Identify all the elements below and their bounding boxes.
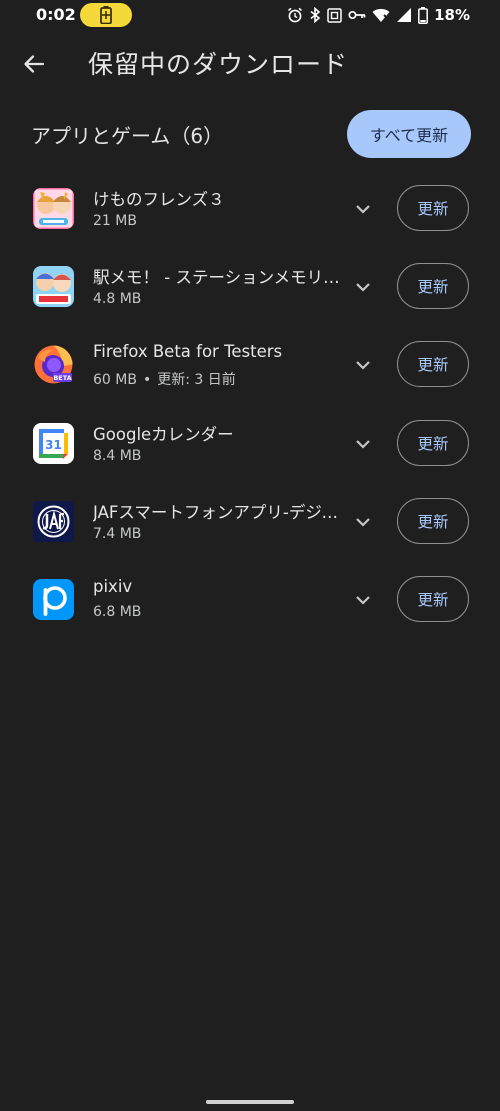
svg-text:BETA: BETA (53, 374, 71, 382)
app-list: けものフレンズ３ 21 MB 更新 駅メモ！ - ステーションメモリーズ！ 4.… (0, 170, 500, 639)
status-bar: 0:02 18% (0, 0, 500, 32)
signal-icon (397, 8, 412, 22)
app-size: 8.4 MB (93, 447, 142, 464)
update-button[interactable]: 更新 (397, 263, 469, 310)
battery-saver-icon (80, 3, 132, 27)
gesture-nav-handle[interactable] (206, 1100, 294, 1104)
jaf-icon (33, 500, 74, 542)
expand-button[interactable] (350, 196, 376, 222)
app-updated: 更新: 3 日前 (157, 372, 236, 389)
status-icons: 18% (287, 6, 470, 24)
google-calendar-icon: 31 (33, 422, 74, 464)
app-bar: 保留中のダウンロード (0, 36, 500, 92)
chevron-down-icon (356, 361, 370, 370)
expand-button[interactable] (350, 274, 376, 300)
app-meta: 4.8 MB (93, 291, 141, 307)
list-item[interactable]: BETA Firefox Beta for Testers 60 MB • 更新: … (0, 326, 500, 404)
update-button[interactable]: 更新 (397, 341, 469, 388)
kemono-friends-icon (33, 188, 74, 229)
app-size: 4.8 MB (93, 291, 142, 308)
list-item[interactable]: JAFスマートフォンアプリ-デジタル会員証 7.4 MB 更新 (0, 483, 500, 561)
app-meta: 21 MB (93, 213, 137, 229)
expand-button[interactable] (350, 509, 376, 535)
wifi-icon (372, 8, 390, 22)
pixiv-icon (33, 578, 74, 620)
chevron-down-icon (356, 205, 370, 214)
vpn-key-icon (348, 10, 366, 20)
status-time: 0:02 (36, 5, 76, 24)
list-item[interactable]: pixiv 6.8 MB 更新 (0, 561, 500, 639)
app-name: Firefox Beta for Testers (93, 342, 283, 362)
app-size: 21 MB (93, 213, 137, 229)
battery-percent: 18% (434, 6, 470, 24)
svg-text:31: 31 (45, 438, 62, 452)
bluetooth-icon (310, 7, 321, 23)
page-title: 保留中のダウンロード (88, 50, 349, 79)
list-item[interactable]: 駅メモ！ - ステーションメモリーズ！ 4.8 MB 更新 (0, 248, 500, 326)
update-button[interactable]: 更新 (397, 185, 469, 231)
list-item[interactable]: けものフレンズ３ 21 MB 更新 (0, 170, 500, 248)
app-meta: 7.4 MB (93, 526, 141, 542)
ekimemo-icon (33, 266, 74, 308)
update-button[interactable]: 更新 (397, 419, 469, 466)
app-meta: 60 MB • 更新: 3 日前 (93, 369, 236, 389)
app-name: けものフレンズ３ (93, 190, 225, 209)
chevron-down-icon (356, 283, 370, 292)
back-button[interactable] (14, 44, 54, 84)
section-title: アプリとゲーム（6） (31, 124, 224, 148)
firefox-beta-icon: BETA (33, 344, 74, 386)
app-meta: 8.4 MB (93, 448, 141, 464)
nfc-icon (327, 7, 342, 23)
app-size: 60 MB (93, 372, 137, 389)
app-size: 6.8 MB (93, 603, 142, 620)
expand-button[interactable] (350, 587, 376, 613)
meta-separator: • (142, 372, 152, 389)
expand-button[interactable] (350, 431, 376, 457)
app-name: pixiv (93, 576, 133, 596)
app-size: 7.4 MB (93, 525, 142, 542)
battery-icon (418, 6, 429, 24)
update-button[interactable]: 更新 (397, 497, 469, 544)
update-button[interactable]: 更新 (397, 575, 469, 622)
chevron-down-icon (356, 439, 370, 449)
update-all-button[interactable]: すべて更新 (347, 110, 471, 158)
app-meta: 6.8 MB (93, 604, 141, 620)
chevron-down-icon (356, 596, 370, 605)
app-name: Googleカレンダー (93, 424, 234, 444)
alarm-icon (288, 7, 303, 23)
app-name: JAFスマートフォンアプリ-デジタル会員証 (93, 502, 348, 522)
chevron-down-icon (356, 517, 370, 527)
app-name: 駅メモ！ - ステーションメモリーズ！ (93, 268, 348, 288)
arrow-back-icon (24, 55, 45, 73)
expand-button[interactable] (350, 352, 376, 378)
list-item[interactable]: 31 Googleカレンダー 8.4 MB 更新 (0, 405, 500, 483)
